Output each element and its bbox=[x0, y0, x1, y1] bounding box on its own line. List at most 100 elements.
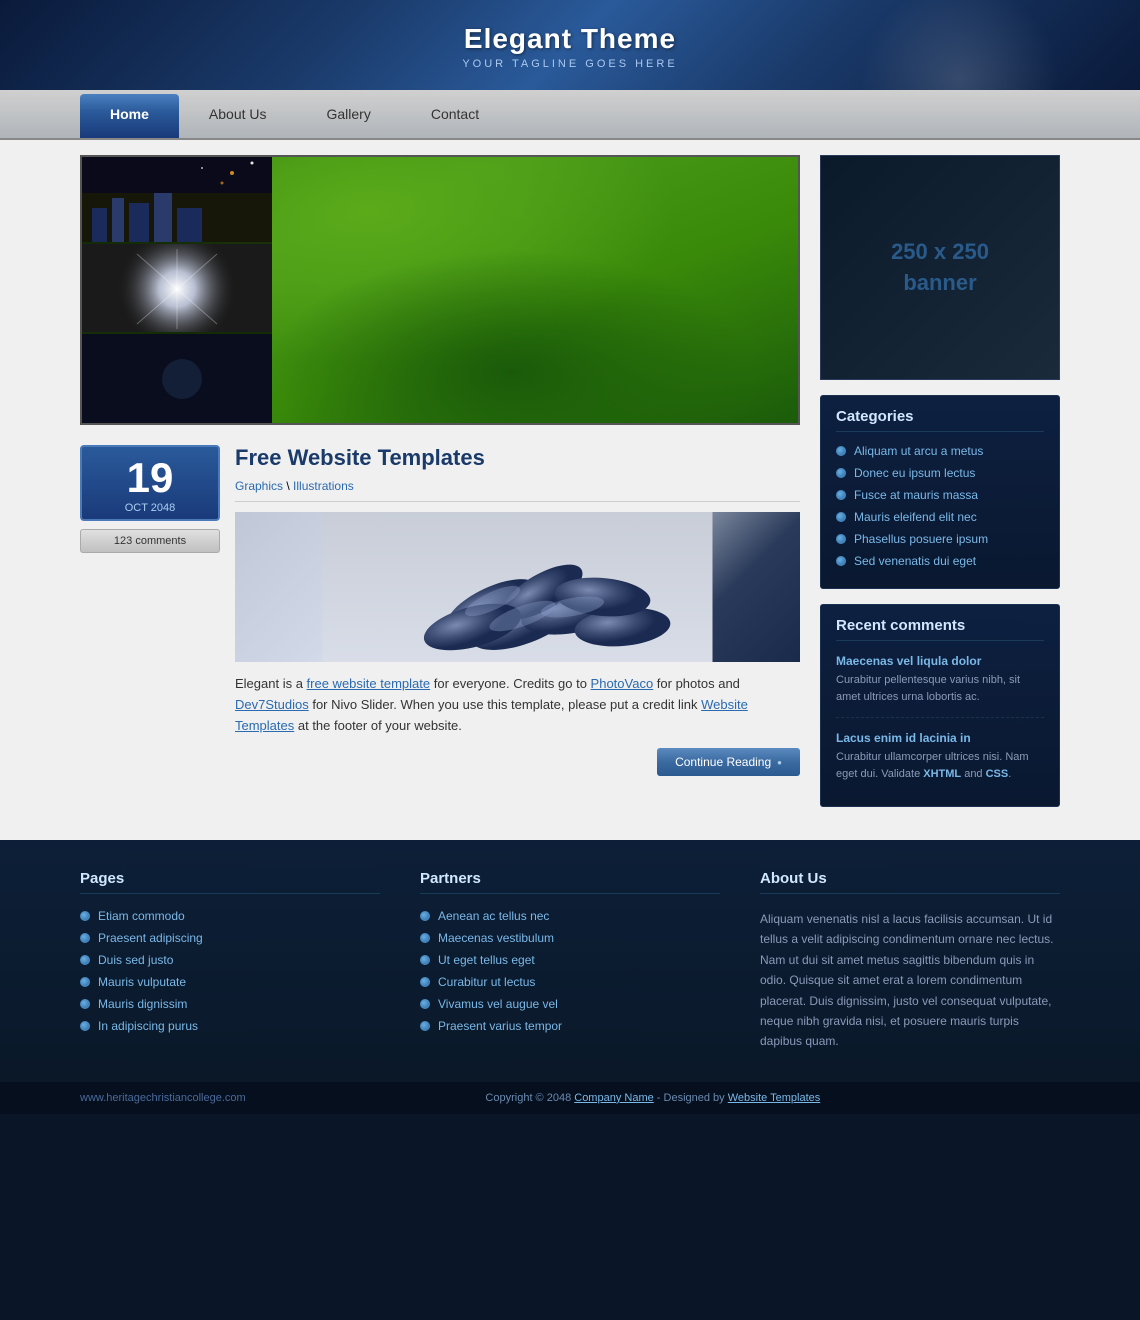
footer-partner-link-3[interactable]: Ut eget tellus eget bbox=[438, 953, 535, 967]
slider-thumbnails bbox=[82, 155, 272, 423]
footer-page-6: In adipiscing purus bbox=[80, 1019, 380, 1033]
post-text-2: for everyone. Credits go to bbox=[430, 676, 590, 691]
footer-about-title: About Us bbox=[760, 870, 1060, 894]
nav-home[interactable]: Home bbox=[80, 94, 179, 138]
post-comments-count[interactable]: 123 comments bbox=[80, 529, 220, 553]
footer-page-1: Etiam commodo bbox=[80, 909, 380, 923]
footer-page-link-6[interactable]: In adipiscing purus bbox=[98, 1019, 198, 1033]
footer-bottom: www.heritagechristiancollege.com Copyrig… bbox=[0, 1082, 1140, 1114]
footer-partner-5: Vivamus vel augue vel bbox=[420, 997, 720, 1011]
post-date-block: 19 OCT 2048 123 comments bbox=[80, 445, 220, 776]
category-dot bbox=[836, 468, 846, 478]
image-slider[interactable] bbox=[80, 155, 800, 425]
post-text-5: at the footer of your website. bbox=[294, 718, 462, 733]
post-link-dev7studios[interactable]: Dev7Studios bbox=[235, 697, 309, 712]
recent-comments-title: Recent comments bbox=[836, 617, 1044, 641]
site-header: Elegant Theme YOUR TAGLINE GOES HERE bbox=[0, 0, 1140, 90]
footer-page-3: Duis sed justo bbox=[80, 953, 380, 967]
comment-item-1: Maecenas vel liqula dolor Curabitur pell… bbox=[836, 653, 1044, 718]
post-text: Elegant is a free website template for e… bbox=[235, 674, 800, 736]
footer-page-link-5[interactable]: Mauris dignissim bbox=[98, 997, 187, 1011]
footer-dot bbox=[420, 1021, 430, 1031]
nav-contact[interactable]: Contact bbox=[401, 90, 509, 138]
slider-thumb-1[interactable] bbox=[82, 155, 272, 242]
continue-reading-button[interactable]: Continue Reading bbox=[657, 748, 800, 776]
footer-partner-4: Curabitur ut lectus bbox=[420, 975, 720, 989]
site-tagline: YOUR TAGLINE GOES HERE bbox=[462, 58, 677, 70]
footer-dot bbox=[420, 977, 430, 987]
footer-partner-link-2[interactable]: Maecenas vestibulum bbox=[438, 931, 554, 945]
footer-templates-link[interactable]: Website Templates bbox=[728, 1092, 821, 1104]
footer-company-link[interactable]: Company Name bbox=[574, 1092, 653, 1104]
tag-graphics[interactable]: Graphics bbox=[235, 479, 283, 493]
slider-thumb-3[interactable] bbox=[82, 334, 272, 423]
category-item: Sed venenatis dui eget bbox=[836, 554, 1044, 568]
post-link-template[interactable]: free website template bbox=[307, 676, 431, 691]
category-link-2[interactable]: Donec eu ipsum lectus bbox=[854, 466, 975, 480]
tag-illustrations[interactable]: Illustrations bbox=[293, 479, 354, 493]
footer-dot bbox=[80, 933, 90, 943]
category-link-4[interactable]: Mauris eleifend elit nec bbox=[854, 510, 977, 524]
footer-copyright: Copyright © 2048 Company Name - Designed… bbox=[246, 1092, 1060, 1104]
banner-ad[interactable]: 250 x 250banner bbox=[820, 155, 1060, 380]
footer-dot bbox=[420, 911, 430, 921]
footer-dot bbox=[80, 1021, 90, 1031]
category-link-3[interactable]: Fusce at mauris massa bbox=[854, 488, 978, 502]
footer-page-link-4[interactable]: Mauris vulputate bbox=[98, 975, 186, 989]
main-nav: Home About Us Gallery Contact bbox=[0, 90, 1140, 140]
footer-partner-3: Ut eget tellus eget bbox=[420, 953, 720, 967]
footer-partner-link-5[interactable]: Vivamus vel augue vel bbox=[438, 997, 558, 1011]
css-link[interactable]: CSS bbox=[986, 768, 1009, 780]
post-text-1: Elegant is a bbox=[235, 676, 307, 691]
footer-page-link-3[interactable]: Duis sed justo bbox=[98, 953, 173, 967]
comment-text-2: Curabitur ullamcorper ultrices nisi. Nam… bbox=[836, 749, 1044, 782]
footer-dot bbox=[80, 955, 90, 965]
footer-partner-2: Maecenas vestibulum bbox=[420, 931, 720, 945]
footer-about: About Us Aliquam venenatis nisl a lacus … bbox=[760, 870, 1060, 1052]
category-item: Aliquam ut arcu a metus bbox=[836, 444, 1044, 458]
post-link-photovaco[interactable]: PhotoVaco bbox=[591, 676, 654, 691]
post-text-4: for Nivo Slider. When you use this templ… bbox=[309, 697, 701, 712]
post-title: Free Website Templates bbox=[235, 445, 800, 471]
footer-partner-link-6[interactable]: Praesent varius tempor bbox=[438, 1019, 562, 1033]
comment-link-1[interactable]: Maecenas vel liqula dolor bbox=[836, 654, 981, 668]
footer-page-2: Praesent adipiscing bbox=[80, 931, 380, 945]
footer-partner-1: Aenean ac tellus nec bbox=[420, 909, 720, 923]
category-link-5[interactable]: Phasellus posuere ipsum bbox=[854, 532, 988, 546]
footer-partner-link-1[interactable]: Aenean ac tellus nec bbox=[438, 909, 549, 923]
footer-page-link-1[interactable]: Etiam commodo bbox=[98, 909, 185, 923]
footer-partners-title: Partners bbox=[420, 870, 720, 894]
categories-title: Categories bbox=[836, 408, 1044, 432]
post-tags: Graphics \ Illustrations bbox=[235, 479, 800, 502]
category-dot bbox=[836, 556, 846, 566]
category-item: Fusce at mauris massa bbox=[836, 488, 1044, 502]
category-dot bbox=[836, 490, 846, 500]
footer-dot bbox=[420, 999, 430, 1009]
category-item: Phasellus posuere ipsum bbox=[836, 532, 1044, 546]
xhtml-link[interactable]: XHTML bbox=[923, 768, 961, 780]
footer-partners: Partners Aenean ac tellus nec Maecenas v… bbox=[420, 870, 720, 1052]
footer-page-link-2[interactable]: Praesent adipiscing bbox=[98, 931, 203, 945]
nav-about[interactable]: About Us bbox=[179, 90, 297, 138]
comment-title-1: Maecenas vel liqula dolor bbox=[836, 653, 1044, 668]
sidebar: 250 x 250banner Categories Aliquam ut ar… bbox=[820, 155, 1060, 825]
categories-widget: Categories Aliquam ut arcu a metus Donec… bbox=[820, 395, 1060, 589]
site-title: Elegant Theme bbox=[464, 23, 676, 55]
comment-link-2[interactable]: Lacus enim id lacinia in bbox=[836, 731, 971, 745]
recent-comments-widget: Recent comments Maecenas vel liqula dolo… bbox=[820, 604, 1060, 807]
footer-partner-link-4[interactable]: Curabitur ut lectus bbox=[438, 975, 535, 989]
content-area: 19 OCT 2048 123 comments Free Website Te… bbox=[80, 155, 800, 825]
footer-dot bbox=[420, 933, 430, 943]
footer-dot bbox=[420, 955, 430, 965]
category-link-6[interactable]: Sed venenatis dui eget bbox=[854, 554, 976, 568]
date-box: 19 OCT 2048 bbox=[80, 445, 220, 521]
comment-item-2: Lacus enim id lacinia in Curabitur ullam… bbox=[836, 730, 1044, 794]
footer-dot bbox=[80, 911, 90, 921]
nav-gallery[interactable]: Gallery bbox=[297, 90, 401, 138]
footer-page-4: Mauris vulputate bbox=[80, 975, 380, 989]
category-link-1[interactable]: Aliquam ut arcu a metus bbox=[854, 444, 983, 458]
post-month-year: OCT 2048 bbox=[87, 502, 213, 514]
pills-svg bbox=[235, 512, 800, 662]
slider-thumb-2[interactable] bbox=[82, 244, 272, 333]
footer-partner-6: Praesent varius tempor bbox=[420, 1019, 720, 1033]
